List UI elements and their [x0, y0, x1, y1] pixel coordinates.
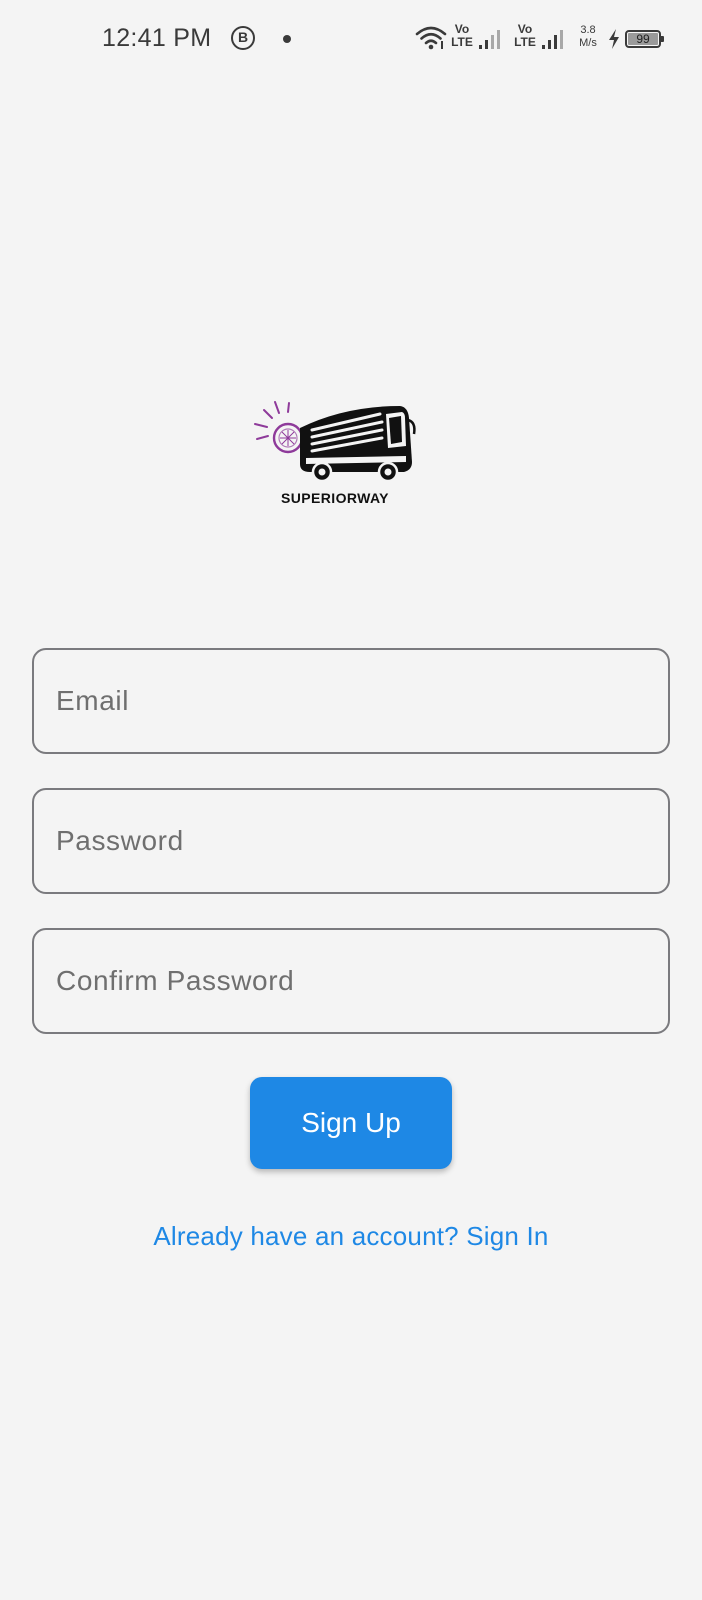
email-input[interactable]: [34, 650, 668, 752]
battery-tip: [661, 36, 664, 42]
battery-percent: 99: [636, 32, 650, 46]
password-field[interactable]: [32, 788, 670, 894]
logo-text: SUPERIORWAY: [281, 490, 389, 506]
signal-icon-2: [542, 30, 563, 49]
app-logo: SUPERIORWAY: [250, 400, 420, 515]
signal-icon: [479, 30, 500, 49]
status-icons: Vo LTE Vo LTE 3.8 M/s 99: [415, 20, 680, 56]
wifi-icon: [415, 26, 447, 50]
b-circle-icon: B: [231, 26, 255, 50]
password-input[interactable]: [34, 790, 668, 892]
status-time: 12:41 PM: [102, 24, 212, 52]
bus-logo-icon: [254, 401, 416, 483]
volte-2-label: Vo LTE: [514, 22, 536, 49]
volte-1-label: Vo LTE: [451, 22, 473, 49]
battery-icon: 99: [625, 30, 664, 48]
status-bar: 12:41 PM B Vo LTE Vo LTE 3.8 M/s 99: [0, 0, 702, 80]
network-speed: 3.8 M/s: [579, 24, 597, 49]
sign-up-button[interactable]: Sign Up: [250, 1077, 452, 1169]
notification-dot-icon: [283, 35, 291, 43]
confirm-password-field[interactable]: [32, 928, 670, 1034]
confirm-password-input[interactable]: [34, 930, 668, 1032]
sign-in-link[interactable]: Already have an account? Sign In: [0, 1221, 702, 1252]
email-field[interactable]: [32, 648, 670, 754]
charging-icon: [609, 29, 619, 49]
